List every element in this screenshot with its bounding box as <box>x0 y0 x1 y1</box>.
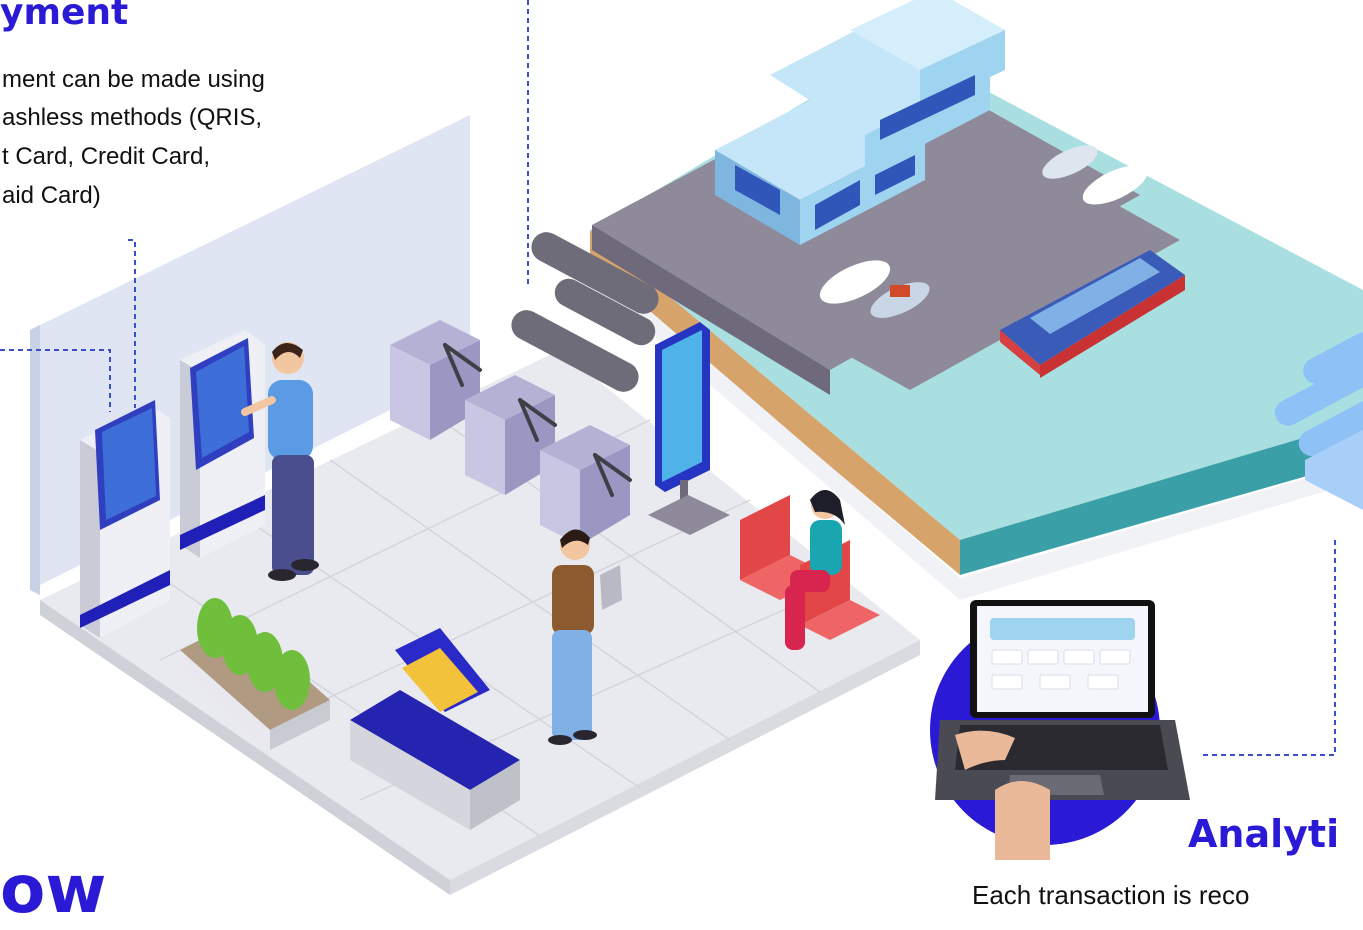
payment-line-4: aid Card) <box>2 182 101 209</box>
payment-heading: yment <box>0 0 129 33</box>
analytics-heading: Analyti <box>1188 812 1340 856</box>
flow-heading: ow <box>0 851 107 928</box>
laptop-dashboard <box>930 600 1190 860</box>
payment-line-1: ment can be made using <box>2 66 265 93</box>
analytics-description: Each transaction is reco <box>972 880 1250 910</box>
payment-line-3: t Card, Credit Card, <box>2 143 211 170</box>
port-terminal-illustration <box>0 0 1363 895</box>
payment-line-2: ashless methods (QRIS, <box>2 104 263 131</box>
